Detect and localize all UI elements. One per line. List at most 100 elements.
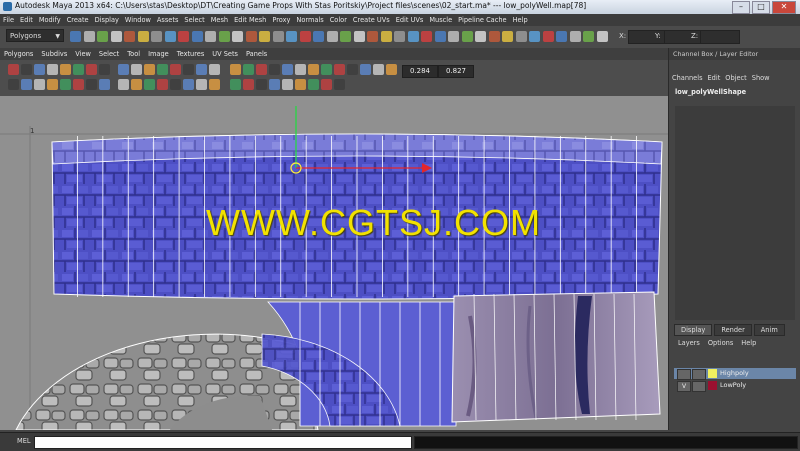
tool-icon[interactable]	[515, 31, 527, 42]
menu-edit-uvs[interactable]: Edit UVs	[393, 14, 427, 26]
uv-tool-icon[interactable]	[243, 79, 254, 90]
uv-menu-panels[interactable]: Panels	[242, 48, 271, 60]
wood-uv-shell[interactable]	[451, 291, 661, 423]
tool-icon[interactable]	[272, 31, 284, 42]
visibility-toggle[interactable]: V	[677, 381, 691, 392]
tab-display[interactable]: Display	[674, 324, 713, 336]
uv-tool-icon[interactable]	[386, 64, 397, 75]
v-value-field[interactable]: 0.827	[438, 65, 474, 78]
uv-tool-icon[interactable]	[256, 64, 267, 75]
uv-viewport[interactable]: 1 WWW.CGTSJ.COM	[0, 96, 668, 430]
tool-icon[interactable]	[205, 31, 216, 42]
uv-tool-icon[interactable]	[347, 64, 358, 75]
z-field[interactable]	[700, 30, 740, 44]
tool-icon[interactable]	[461, 31, 473, 42]
uv-tool-icon[interactable]	[99, 79, 110, 90]
playback-toggle[interactable]	[692, 369, 706, 380]
channel-menu-show[interactable]: Show	[752, 74, 770, 82]
layer-color-swatch[interactable]	[708, 369, 717, 378]
uv-tool-icon[interactable]	[321, 79, 332, 90]
uv-tool-icon[interactable]	[144, 64, 155, 75]
visibility-toggle[interactable]	[677, 369, 691, 380]
menu-normals[interactable]: Normals	[293, 14, 326, 26]
tool-icon[interactable]	[151, 31, 162, 42]
uv-tool-icon[interactable]	[21, 64, 32, 75]
tool-icon[interactable]	[164, 31, 176, 42]
uv-tool-icon[interactable]	[170, 79, 181, 90]
mode-dropdown[interactable]: Polygons	[6, 29, 64, 43]
uv-tool-icon[interactable]	[131, 79, 142, 90]
tool-icon[interactable]	[583, 31, 594, 42]
tool-icon[interactable]	[421, 31, 432, 42]
tool-icon[interactable]	[110, 31, 122, 42]
uv-tool-icon[interactable]	[230, 64, 241, 75]
tool-icon[interactable]	[137, 31, 149, 42]
uv-tool-icon[interactable]	[99, 64, 110, 75]
uv-tool-icon[interactable]	[334, 79, 345, 90]
uv-tool-icon[interactable]	[183, 79, 194, 90]
uv-tool-icon[interactable]	[373, 64, 384, 75]
tool-icon[interactable]	[380, 31, 392, 42]
tool-icon[interactable]	[556, 31, 567, 42]
menu-display[interactable]: Display	[92, 14, 122, 26]
uv-tool-icon[interactable]	[34, 64, 45, 75]
channel-menu-channels[interactable]: Channels	[672, 74, 703, 82]
tool-icon[interactable]	[394, 31, 405, 42]
tool-icon[interactable]	[326, 31, 338, 42]
uv-tool-icon[interactable]	[230, 79, 241, 90]
tool-icon[interactable]	[191, 31, 203, 42]
menu-pipeline-cache[interactable]: Pipeline Cache	[455, 14, 509, 26]
uv-tool-icon[interactable]	[73, 79, 84, 90]
tool-icon[interactable]	[353, 31, 365, 42]
tool-icon[interactable]	[434, 31, 446, 42]
uv-menu-uv-sets[interactable]: UV Sets	[208, 48, 242, 60]
tool-icon[interactable]	[232, 31, 243, 42]
menu-proxy[interactable]: Proxy	[269, 14, 293, 26]
playback-toggle[interactable]	[692, 381, 706, 392]
uv-tool-icon[interactable]	[144, 79, 155, 90]
tool-icon[interactable]	[178, 31, 189, 42]
channel-menu-object[interactable]: Object	[725, 74, 746, 82]
menu-edit-mesh[interactable]: Edit Mesh	[231, 14, 269, 26]
menu-create-uvs[interactable]: Create UVs	[350, 14, 393, 26]
uv-tool-icon[interactable]	[157, 79, 168, 90]
tool-icon[interactable]	[83, 31, 95, 42]
uv-menu-textures[interactable]: Textures	[173, 48, 209, 60]
tab-anim[interactable]: Anim	[753, 324, 785, 336]
uv-tool-icon[interactable]	[269, 79, 280, 90]
tool-icon[interactable]	[70, 31, 81, 42]
layer-row-highpoly[interactable]: Highpoly	[674, 368, 796, 380]
tool-icon[interactable]	[313, 31, 324, 42]
uv-tool-icon[interactable]	[86, 79, 97, 90]
tool-icon[interactable]	[218, 31, 230, 42]
tool-icon[interactable]	[448, 31, 459, 42]
uv-tool-icon[interactable]	[118, 64, 129, 75]
layer-menu-help[interactable]: Help	[741, 339, 756, 347]
uv-tool-icon[interactable]	[131, 64, 142, 75]
tool-icon[interactable]	[475, 31, 486, 42]
uv-tool-icon[interactable]	[86, 64, 97, 75]
uv-tool-icon[interactable]	[295, 79, 306, 90]
uv-menu-tool[interactable]: Tool	[123, 48, 144, 60]
tool-icon[interactable]	[488, 31, 500, 42]
u-value-field[interactable]: 0.284	[402, 65, 438, 78]
tool-icon[interactable]	[245, 31, 257, 42]
uv-menu-select[interactable]: Select	[95, 48, 123, 60]
menu-select[interactable]: Select	[181, 14, 207, 26]
uv-tool-icon[interactable]	[196, 64, 207, 75]
uv-tool-icon[interactable]	[256, 79, 267, 90]
tool-icon[interactable]	[502, 31, 513, 42]
mel-input[interactable]	[34, 436, 412, 449]
uv-menu-subdivs[interactable]: Subdivs	[37, 48, 71, 60]
uv-tool-icon[interactable]	[8, 64, 19, 75]
tool-icon[interactable]	[124, 31, 135, 42]
menu-edit[interactable]: Edit	[17, 14, 36, 26]
tool-icon[interactable]	[569, 31, 581, 42]
uv-tool-icon[interactable]	[47, 64, 58, 75]
uv-tool-icon[interactable]	[308, 79, 319, 90]
uv-tool-icon[interactable]	[209, 64, 220, 75]
tab-render[interactable]: Render	[714, 324, 752, 336]
uv-tool-icon[interactable]	[73, 64, 84, 75]
layer-menu-options[interactable]: Options	[708, 339, 733, 347]
uv-tool-icon[interactable]	[196, 79, 207, 90]
